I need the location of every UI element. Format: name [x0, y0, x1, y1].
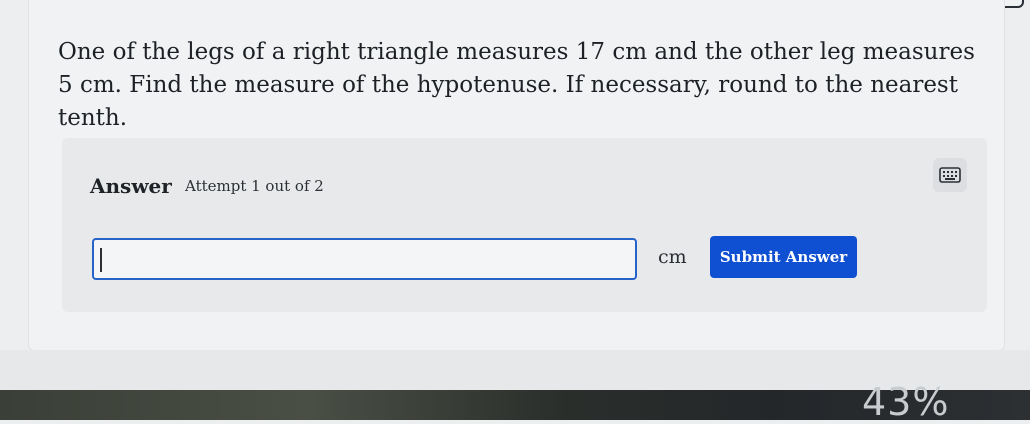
keyboard-icon	[939, 167, 961, 183]
answer-panel: Answer Attempt 1 out of 2 cm Submit Answ…	[62, 138, 987, 312]
answer-input[interactable]	[92, 238, 637, 280]
question-text: One of the legs of a right triangle meas…	[58, 39, 975, 131]
text-caret	[100, 248, 102, 272]
attempt-counter: Attempt 1 out of 2	[185, 177, 324, 195]
battery-percentage: 43%	[862, 380, 950, 424]
answer-title: Answer	[90, 174, 172, 198]
unit-label: cm	[658, 246, 687, 268]
keyboard-button[interactable]	[933, 158, 967, 192]
submit-answer-button[interactable]: Submit Answer	[710, 236, 857, 278]
